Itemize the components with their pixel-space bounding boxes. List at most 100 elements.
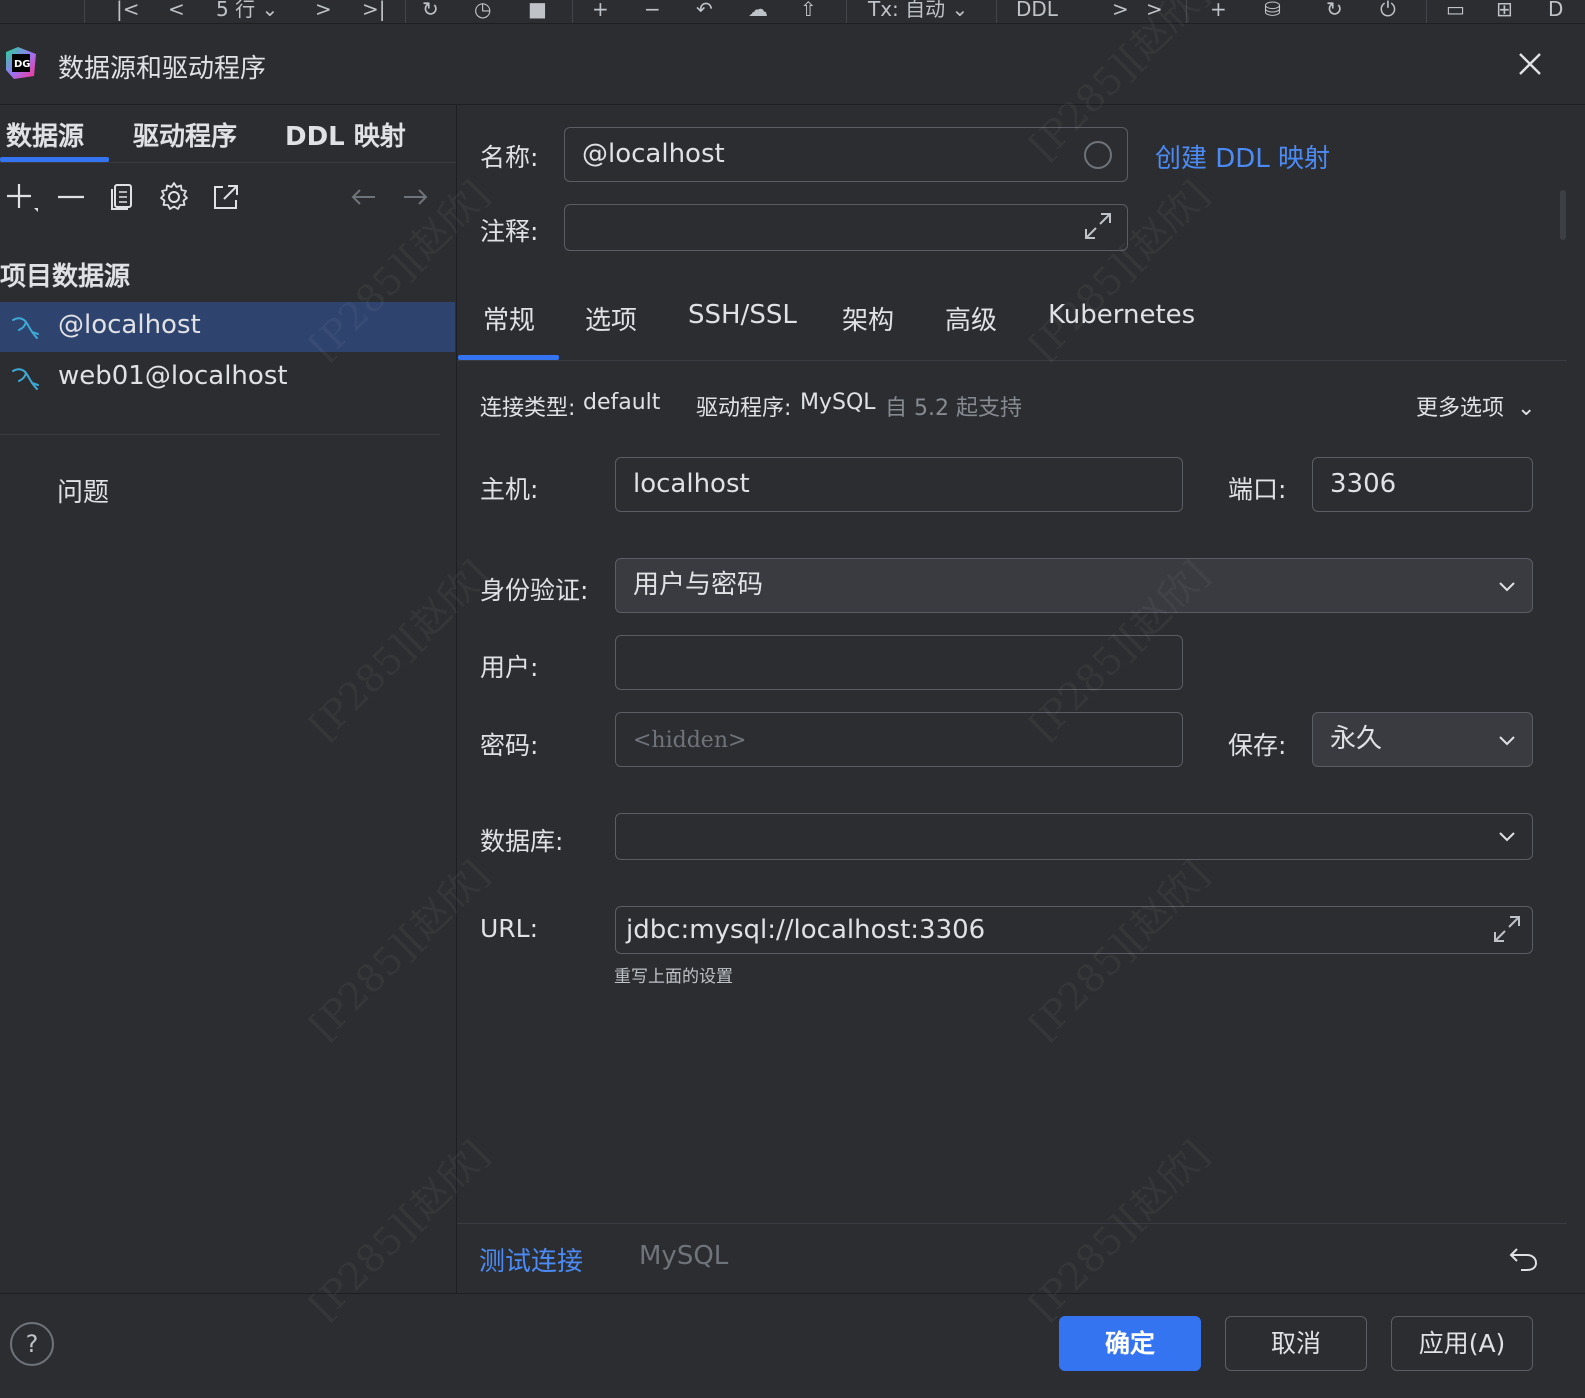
- back-arrow-icon[interactable]: [347, 180, 381, 214]
- tab-options[interactable]: 选项: [585, 300, 637, 337]
- name-label: 名称:: [480, 143, 539, 172]
- expand-icon[interactable]: [1083, 211, 1113, 241]
- forward-arrow-icon[interactable]: [398, 180, 432, 214]
- history-icon[interactable]: ◷: [474, 0, 491, 22]
- prev-page-icon[interactable]: <: [168, 0, 185, 22]
- toolbar-separator: [405, 0, 406, 23]
- reset-icon[interactable]: [1507, 1241, 1541, 1275]
- apply-button[interactable]: 应用(A): [1391, 1316, 1533, 1371]
- toolbar-overflow-label[interactable]: D: [1548, 0, 1563, 22]
- svg-text:DG: DG: [14, 59, 31, 70]
- tx-mode-select[interactable]: Tx: 自动 ⌄: [868, 0, 968, 22]
- datasource-label: @localhost: [58, 310, 201, 340]
- help-button[interactable]: ?: [10, 1322, 54, 1366]
- datasource-item[interactable]: web01@localhost: [0, 353, 455, 403]
- password-input[interactable]: <hidden>: [615, 712, 1183, 767]
- driver-label: 驱动程序:: [696, 396, 792, 421]
- section-title-project-datasources: 项目数据源: [0, 262, 131, 292]
- host-input[interactable]: localhost: [615, 457, 1183, 512]
- open-external-icon[interactable]: [209, 180, 243, 214]
- disconnect-icon[interactable]: ⏻: [1380, 0, 1396, 22]
- save-select[interactable]: 永久: [1312, 712, 1533, 767]
- next-icon[interactable]: >: [1112, 0, 1129, 22]
- database-label: 数据库:: [480, 827, 564, 856]
- stop-icon[interactable]: ■: [528, 0, 547, 22]
- url-input[interactable]: jdbc:mysql://localhost:3306: [615, 906, 1533, 954]
- tab-advanced[interactable]: 高级: [945, 300, 997, 337]
- color-circle-icon[interactable]: [1083, 140, 1113, 170]
- cancel-button[interactable]: 取消: [1225, 1316, 1367, 1371]
- scrollbar[interactable]: [1560, 190, 1566, 240]
- problems-item[interactable]: 问题: [57, 472, 109, 509]
- add-icon[interactable]: [4, 180, 38, 214]
- auth-select[interactable]: 用户与密码: [615, 558, 1533, 613]
- tab-drivers[interactable]: 驱动程序: [133, 116, 237, 153]
- database-select[interactable]: [615, 813, 1533, 860]
- host-label: 主机:: [480, 475, 539, 504]
- more-options-link[interactable]: 更多选项 ⌄: [1416, 390, 1535, 422]
- console-icon[interactable]: ▭: [1446, 0, 1465, 22]
- refresh-icon[interactable]: ↻: [422, 0, 439, 22]
- divider: [0, 1293, 1585, 1294]
- save-label: 保存:: [1228, 731, 1287, 760]
- last-page-icon[interactable]: >|: [362, 0, 386, 22]
- expand-icon[interactable]: [1492, 914, 1522, 944]
- sync-icon[interactable]: ↻: [1326, 0, 1343, 22]
- toolbar-separator: [996, 0, 997, 23]
- tab-datasources[interactable]: 数据源: [6, 116, 84, 153]
- upload-icon[interactable]: ⇧: [800, 0, 817, 22]
- new-datasource-icon[interactable]: +: [1210, 0, 1227, 22]
- auth-value: 用户与密码: [633, 570, 764, 600]
- dialog-title: 数据源和驱动程序: [58, 54, 267, 84]
- watermark: [P285][赵欣]: [1015, 166, 1219, 370]
- dialog-titlebar: DG 数据源和驱动程序: [0, 24, 1585, 104]
- rows-count-select[interactable]: 5 行 ⌄: [216, 0, 278, 22]
- tab-kubernetes[interactable]: Kubernetes: [1048, 300, 1195, 330]
- watermark: [P285][赵欣]: [295, 546, 499, 750]
- chevron-down-icon: ⌄: [1517, 396, 1536, 421]
- tab-schemas[interactable]: 架构: [842, 300, 894, 337]
- connection-type-label: 连接类型:: [480, 396, 576, 421]
- remove-row-icon[interactable]: −: [644, 0, 661, 22]
- close-icon[interactable]: [1514, 48, 1546, 80]
- create-ddl-mapping-link[interactable]: 创建 DDL 映射: [1155, 138, 1330, 175]
- comment-input[interactable]: [564, 204, 1128, 251]
- datagrip-logo-icon: DG: [6, 47, 36, 79]
- comment-label: 注释:: [480, 217, 539, 246]
- overflow-icon[interactable]: >: [1146, 0, 1163, 22]
- name-input[interactable]: @localhost: [564, 127, 1128, 182]
- revert-icon[interactable]: ↶: [696, 0, 713, 22]
- tab-ddl-mappings[interactable]: DDL 映射: [285, 116, 406, 153]
- tab-general[interactable]: 常规: [483, 300, 535, 337]
- remove-icon[interactable]: [55, 180, 89, 214]
- divider: [457, 1223, 1567, 1224]
- ok-button[interactable]: 确定: [1059, 1316, 1201, 1371]
- submit-icon[interactable]: ☁: [748, 0, 768, 22]
- driver-link[interactable]: MySQL: [800, 390, 876, 415]
- toolbar-separator: [84, 0, 85, 23]
- table-icon[interactable]: ⊞: [1496, 0, 1513, 22]
- datasource-item[interactable]: @localhost: [0, 302, 455, 352]
- watermark: [P285][赵欣]: [295, 846, 499, 1050]
- next-page-icon[interactable]: >: [315, 0, 332, 22]
- connection-type-link[interactable]: default: [583, 390, 660, 415]
- tab-ssh-ssl[interactable]: SSH/SSL: [688, 300, 797, 330]
- url-label: URL:: [480, 914, 539, 943]
- toolbar-separator: [1426, 0, 1427, 23]
- datasource-settings-icon[interactable]: ⛁: [1264, 0, 1281, 22]
- test-connection-link[interactable]: 测试连接: [479, 1241, 583, 1278]
- toolbar-separator: [572, 0, 573, 23]
- rows-count-label: 5 行: [216, 0, 256, 21]
- gear-icon[interactable]: [157, 180, 191, 214]
- more-options-label: 更多选项: [1416, 396, 1505, 421]
- name-value: @localhost: [582, 139, 725, 169]
- port-input[interactable]: 3306: [1312, 457, 1533, 512]
- user-input[interactable]: [615, 635, 1183, 690]
- toolbar-separator: [1186, 0, 1187, 23]
- duplicate-icon[interactable]: [106, 180, 140, 214]
- first-page-icon[interactable]: |<: [116, 0, 140, 22]
- mysql-dolphin-icon: [12, 368, 39, 390]
- add-row-icon[interactable]: +: [592, 0, 609, 22]
- ddl-button[interactable]: DDL: [1016, 0, 1058, 22]
- divider: [0, 162, 456, 163]
